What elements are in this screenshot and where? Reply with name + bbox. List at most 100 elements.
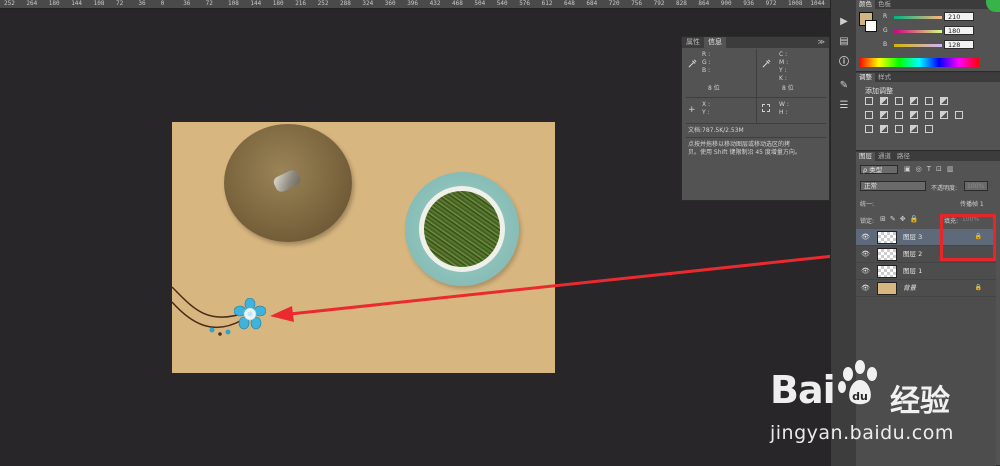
adjustment-icon[interactable] [895, 97, 903, 105]
r-slider[interactable] [894, 16, 942, 19]
ruler-tick: 540 [496, 0, 508, 7]
play-icon[interactable]: ▶ [835, 14, 853, 30]
b-value-field[interactable]: 128 [944, 40, 974, 49]
red-highlight-box [940, 214, 996, 261]
ruler-tick: 72 [205, 0, 213, 7]
b-slider[interactable] [894, 44, 942, 47]
brush-icon[interactable]: ✎ [835, 78, 853, 94]
lock-options[interactable]: ⊞✎✥🔒 [880, 215, 922, 223]
opacity-label: 不透明度: [931, 185, 958, 192]
document-canvas[interactable] [172, 122, 555, 373]
tab-styles[interactable]: 样式 [875, 73, 894, 82]
lock-label: 锁定: [860, 218, 875, 225]
adjustment-icon[interactable] [925, 97, 933, 105]
adjustment-icon[interactable] [880, 97, 888, 105]
adjustment-icon[interactable] [865, 125, 873, 133]
ruler-tick: 756 [631, 0, 643, 7]
layer-filter-select[interactable]: ρ 类型 [860, 165, 898, 174]
blend-mode-select[interactable]: 正常 [860, 181, 926, 191]
eye-icon[interactable]: 👁 [861, 250, 870, 258]
adjustments-panel[interactable]: 调整 样式 添加调整 [856, 73, 1000, 151]
layer-thumbnail [877, 231, 897, 244]
ruler-tick: 648 [564, 0, 575, 7]
ruler-tick: 864 [698, 0, 710, 7]
selection-icon [762, 104, 770, 112]
history-icon[interactable]: ▤ [835, 34, 853, 50]
tab-info[interactable]: 信息 [704, 37, 726, 48]
top-ruler: 252 264 180 144 108 72 36 0 36 72 108 144 180 216 252 2… [0, 0, 830, 9]
layer-thumbnail [877, 248, 897, 261]
info-hint-line2: 贝。使用 Shift 键限制沿 45 度增量方向。 [688, 149, 801, 156]
adjustment-icon[interactable] [880, 125, 888, 133]
lid-knob [271, 168, 303, 194]
sliders-icon[interactable]: ☰ [835, 98, 853, 114]
watermark-cn: 经验 [890, 384, 950, 419]
ruler-tick: 108 [93, 0, 105, 7]
adjustment-icon[interactable] [895, 125, 903, 133]
adjustment-icon[interactable] [910, 97, 918, 105]
g-label: G [883, 27, 888, 34]
ruler-tick: 972 [765, 0, 777, 7]
info-bit-left: 8 位 [708, 85, 720, 92]
layer-filter-icons[interactable]: ▣◎T⊡▥ [904, 165, 992, 174]
ruler-tick: 1008 [788, 0, 803, 7]
ruler-tick: 144 [250, 0, 262, 7]
color-panel-tabs: 颜色 色板 [856, 0, 1000, 9]
info-w: W : [779, 101, 789, 108]
info-divider [686, 137, 826, 138]
ruler-tick: 900 [720, 0, 732, 7]
layer-row-background[interactable]: 👁 背景 🔒 [856, 280, 996, 297]
adjustment-icon[interactable] [880, 111, 888, 119]
tab-channels[interactable]: 通道 [875, 152, 894, 161]
ruler-tick: 720 [608, 0, 620, 7]
tab-swatches[interactable]: 色板 [875, 0, 894, 9]
info-bit-right: 8 位 [782, 85, 794, 92]
ruler-tick: 36 [138, 0, 146, 7]
tab-properties[interactable]: 属性 [682, 37, 704, 48]
ruler-tick: 108 [228, 0, 239, 7]
watermark-brand: Bai [770, 368, 836, 412]
ruler-tick: 36 [183, 0, 191, 7]
adjustment-icon[interactable] [910, 111, 918, 119]
tab-adjustments[interactable]: 调整 [856, 73, 875, 82]
g-slider[interactable] [894, 30, 942, 33]
layer-name: 图层 1 [903, 267, 923, 275]
info-panel[interactable]: 属性 信息 ≫ R : G : B : 8 位 C : M : Y : K : … [681, 36, 830, 201]
ruler-tick: 180 [48, 0, 60, 7]
ruler-tick: 252 [4, 0, 15, 7]
opacity-field[interactable]: 100% [964, 181, 988, 191]
adjustment-icon[interactable] [925, 111, 933, 119]
eye-icon[interactable]: 👁 [861, 233, 870, 241]
info-icon[interactable]: ⓘ [835, 55, 853, 71]
collapse-icon[interactable]: ≫ [818, 37, 825, 48]
tab-paths[interactable]: 路径 [894, 152, 913, 161]
ruler-tick: 360 [384, 0, 396, 7]
tab-color[interactable]: 颜色 [856, 0, 875, 9]
layer-row-1[interactable]: 👁 图层 1 [856, 263, 996, 280]
background-color-swatch[interactable] [865, 20, 877, 32]
ruler-tick: 432 [429, 0, 441, 7]
adjustment-icon[interactable] [940, 97, 948, 105]
adjustment-icon[interactable] [925, 125, 933, 133]
adjustment-icon[interactable] [895, 111, 903, 119]
color-panel[interactable]: 颜色 色板 R 210 G 180 B 128 [856, 0, 1000, 72]
eye-icon[interactable]: 👁 [861, 267, 870, 275]
paw-icon: du [838, 360, 877, 405]
adjustment-icon[interactable] [940, 111, 948, 119]
eye-icon[interactable]: 👁 [861, 284, 870, 292]
adjustment-icon[interactable] [910, 125, 918, 133]
adjustment-icon[interactable] [865, 111, 873, 119]
lotus-pendant-image[interactable] [234, 298, 266, 330]
color-spectrum-bar[interactable] [859, 58, 979, 67]
adjustment-icon[interactable] [865, 97, 873, 105]
r-value-field[interactable]: 210 [944, 12, 974, 21]
info-c: C : [779, 51, 788, 58]
g-value-field[interactable]: 180 [944, 26, 974, 35]
info-k: K : [779, 75, 787, 82]
info-y: Y : [779, 67, 787, 74]
ruler-tick: 936 [743, 0, 755, 7]
adjustment-icon[interactable] [955, 111, 963, 119]
propagate-frame-checkbox[interactable]: 传播帧 1 [960, 199, 984, 208]
tab-layers[interactable]: 图层 [856, 152, 875, 161]
layer-name: 图层 2 [903, 250, 923, 258]
